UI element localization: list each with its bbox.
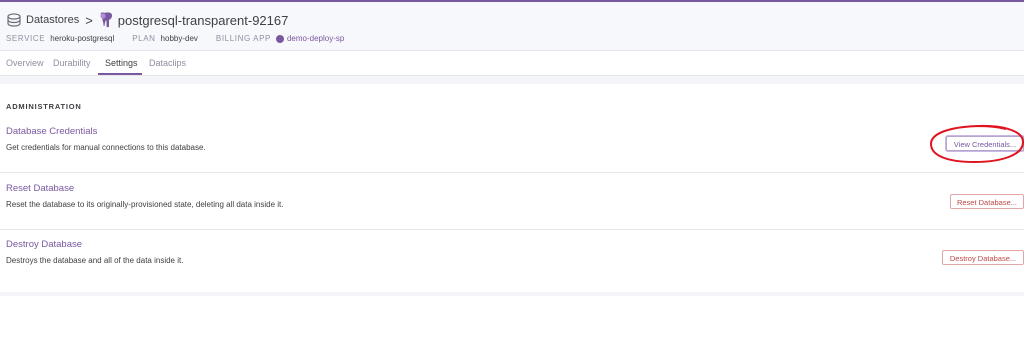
billing-app-label: BILLING APP [215, 34, 271, 43]
main-content: ADMINISTRATION Database Credentials Get … [0, 76, 1024, 296]
row-title: Destroy Database [6, 239, 83, 250]
row-description: Destroys the database and all of the dat… [6, 256, 184, 265]
tab-bar: Overview Durability Settings Dataclips [0, 51, 1024, 76]
breadcrumb-datastores-link[interactable]: Datastores [26, 14, 79, 26]
administration-panel: ADMINISTRATION Database Credentials Get … [0, 84, 1024, 292]
section-heading: ADMINISTRATION [6, 102, 82, 111]
page-header: Datastores > postgresql-transparent-9216… [0, 2, 1024, 51]
addon-meta: SERVICE heroku-postgresql PLAN hobby-dev… [6, 34, 344, 43]
destroy-database-button[interactable]: Destroy Database... [942, 250, 1024, 265]
page-bottom-area [0, 296, 1024, 347]
row-description: Get credentials for manual connections t… [6, 143, 206, 152]
tab-settings[interactable]: Settings [105, 58, 138, 68]
plan-value: hobby-dev [160, 34, 198, 43]
reset-database-button[interactable]: Reset Database... [950, 194, 1024, 209]
row-description: Reset the database to its originally-pro… [6, 200, 284, 209]
active-tab-indicator [98, 73, 142, 75]
tab-durability[interactable]: Durability [53, 58, 91, 68]
app-dot-icon [275, 34, 284, 43]
datastores-icon[interactable] [6, 12, 22, 28]
row-divider [0, 172, 1024, 173]
view-credentials-button[interactable]: View Credentials... [946, 136, 1024, 151]
service-label: SERVICE [6, 34, 46, 43]
row-divider [0, 229, 1024, 230]
service-value: heroku-postgresql [50, 34, 115, 43]
breadcrumb: Datastores > postgresql-transparent-9216… [6, 11, 288, 29]
breadcrumb-separator: > [85, 12, 93, 28]
database-name: postgresql-transparent-92167 [117, 12, 289, 28]
tab-dataclips[interactable]: Dataclips [149, 58, 186, 68]
tab-overview[interactable]: Overview [6, 58, 44, 68]
billing-app-link[interactable]: demo-deploy-sp [287, 34, 344, 43]
row-title: Database Credentials [6, 126, 98, 137]
row-title: Reset Database [6, 183, 75, 194]
plan-label: PLAN [132, 34, 156, 43]
postgresql-elephant-icon [99, 12, 113, 28]
